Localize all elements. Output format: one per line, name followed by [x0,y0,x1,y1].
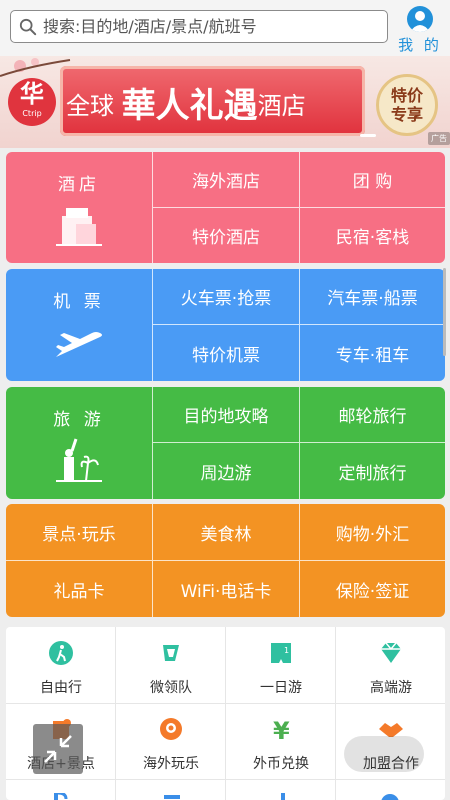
svg-text:¥: ¥ [273,717,290,743]
search-box[interactable] [10,10,388,43]
ad-tag: 广告 [428,132,450,145]
partial-icon [381,794,399,800]
banner-title: 全球 華人礼遇酒店 [66,86,306,126]
my-profile-label: 我 的 [398,36,442,54]
partial-icon [281,793,285,800]
attractions-button[interactable]: 景点·玩乐 [6,504,152,561]
currency-exchange-button[interactable]: ¥ 外币兑换 [226,703,336,779]
flag-guide-icon [163,645,179,661]
custom-tour-button[interactable]: 定制旅行 [299,443,445,499]
scrollbar[interactable] [443,268,446,356]
train-ticket-button[interactable]: 火车票·抢票 [152,269,299,325]
micro-guide-button[interactable]: 微领队 [116,627,226,703]
more-item-4[interactable] [336,779,446,800]
travel-section: 旅 游 目的地攻略 邮轮旅行 周边游 定制旅行 [6,387,445,499]
wifi-phone-card-button[interactable]: WiFi·电话卡 [152,561,299,617]
quick-links-panel: 自由行 微领队 1 一日游 高端游 酒店+景点 海外玩乐 ¥ 外币兑换 加盟合作 [6,627,445,800]
travel-button[interactable]: 旅 游 [6,387,152,499]
nearby-tour-button[interactable]: 周边游 [152,443,299,499]
special-flight-button[interactable]: 特价机票 [152,325,299,381]
top-bar: 我 的 [0,0,450,56]
hotel-section: 酒店 海外酒店 团 购 特价酒店 民宿·客栈 [6,152,445,263]
partial-icon [54,793,68,800]
avatar-icon [407,6,433,32]
special-offer-badge: 特价 专享 [376,74,438,136]
more-item-1[interactable] [6,779,116,800]
gift-card-button[interactable]: 礼品卡 [6,561,152,617]
luxury-tour-label: 高端游 [370,680,412,696]
group-buy-button[interactable]: 团 购 [299,152,445,208]
destination-guide-button[interactable]: 目的地攻略 [152,387,299,443]
homestay-inn-button[interactable]: 民宿·客栈 [299,208,445,263]
flight-button[interactable]: 机 票 [6,269,152,381]
currency-exchange-label: 外币兑换 [253,756,309,772]
my-profile-button[interactable]: 我 的 [398,6,442,55]
search-input[interactable] [43,17,363,36]
hotel-label: 酒店 [58,175,100,195]
search-icon [19,18,37,35]
overseas-fun-button[interactable]: 海外玩乐 [116,703,226,779]
more-item-3[interactable] [226,779,336,800]
bus-ferry-ticket-button[interactable]: 汽车票·船票 [299,269,445,325]
promo-banner[interactable]: 华 Ctrip 全球 華人礼遇酒店 特价 专享 广告 [0,56,450,148]
floating-overlay [344,736,424,772]
ufo-icon [160,718,182,740]
self-guided-tour-label: 自由行 [40,680,82,696]
more-item-2[interactable] [116,779,226,800]
overseas-fun-label: 海外玩乐 [143,756,199,772]
shopping-exchange-button[interactable]: 购物·外汇 [299,504,445,561]
day-tour-button[interactable]: 1 一日游 [226,627,336,703]
banner-pager [360,134,384,138]
airplane-icon [56,332,102,357]
hotel-icon [56,208,102,246]
svg-text:1: 1 [284,646,289,655]
flight-section: 机 票 火车票·抢票 汽车票·船票 特价机票 专车·租车 [6,269,445,381]
food-button[interactable]: 美食林 [152,504,299,561]
car-rental-button[interactable]: 专车·租车 [299,325,445,381]
walker-icon [49,641,73,665]
collapse-arrows-icon [44,735,72,763]
hotel-button[interactable]: 酒店 [6,152,152,263]
diamond-icon [381,642,401,663]
insurance-visa-button[interactable]: 保险·签证 [299,561,445,617]
hotel-brand-logo: 华 Ctrip [8,78,56,126]
yen-icon: ¥ [273,717,290,745]
partial-icon [164,795,180,799]
overseas-hotel-button[interactable]: 海外酒店 [152,152,299,208]
self-guided-tour-button[interactable]: 自由行 [6,627,116,703]
leisure-section: 景点·玩乐 美食林 购物·外汇 礼品卡 WiFi·电话卡 保险·签证 [6,504,445,617]
flight-label: 机 票 [53,292,105,312]
calendar-one-icon: 1 [271,643,291,663]
travel-label: 旅 游 [53,410,105,430]
micro-guide-label: 微领队 [150,680,192,696]
special-hotel-button[interactable]: 特价酒店 [152,208,299,263]
cruise-button[interactable]: 邮轮旅行 [299,387,445,443]
day-tour-label: 一日游 [260,680,302,696]
statue-of-liberty-icon [56,438,102,482]
floating-collapse-button[interactable] [33,724,83,774]
luxury-tour-button[interactable]: 高端游 [336,627,446,703]
